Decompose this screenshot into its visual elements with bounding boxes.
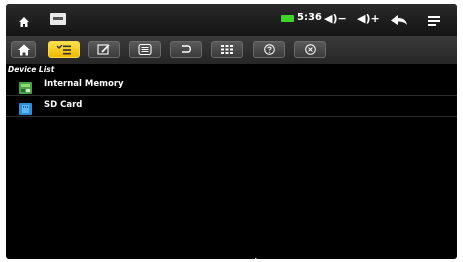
document-icon (138, 44, 152, 55)
hdmi-icon (50, 13, 66, 25)
toolbar-edit-button[interactable] (88, 41, 120, 58)
undo-icon (182, 45, 191, 53)
internal-memory-icon (19, 79, 32, 94)
toolbar-close-button[interactable] (294, 41, 326, 58)
file-manager-toolbar (6, 36, 457, 64)
list-item-label: SD Card (44, 100, 83, 110)
clock: 5:36 (297, 12, 322, 23)
sd-card-icon (19, 100, 32, 115)
toolbar-list-button[interactable] (48, 41, 80, 58)
menu-icon[interactable] (427, 12, 441, 31)
home-icon (17, 44, 30, 55)
edit-icon (97, 44, 110, 55)
device-screen: 5:36 ◀)− ◀)+ Device List Internal Memory… (6, 4, 457, 259)
help-icon (263, 44, 275, 55)
toolbar-undo-button[interactable] (170, 41, 202, 58)
toolbar-help-button[interactable] (253, 41, 285, 58)
toolbar-home-button[interactable] (11, 41, 36, 58)
volume-down-icon[interactable]: ◀)− (324, 12, 347, 25)
list-item-sd-card[interactable]: SD Card (6, 96, 457, 117)
toolbar-grid-button[interactable] (211, 41, 243, 58)
list-icon (56, 44, 71, 54)
device-list-header: Device List (8, 65, 55, 74)
mouse-cursor-icon (254, 252, 262, 259)
grid-icon (221, 45, 233, 54)
battery-icon (281, 15, 294, 22)
toolbar-document-button[interactable] (129, 41, 161, 58)
volume-up-icon[interactable]: ◀)+ (357, 12, 380, 25)
list-item-internal-memory[interactable]: Internal Memory (6, 75, 457, 96)
close-icon (304, 44, 316, 55)
list-item-label: Internal Memory (44, 79, 124, 89)
back-icon[interactable] (390, 12, 408, 31)
status-bar: 5:36 ◀)− ◀)+ (6, 4, 457, 36)
home-icon[interactable] (18, 13, 30, 32)
